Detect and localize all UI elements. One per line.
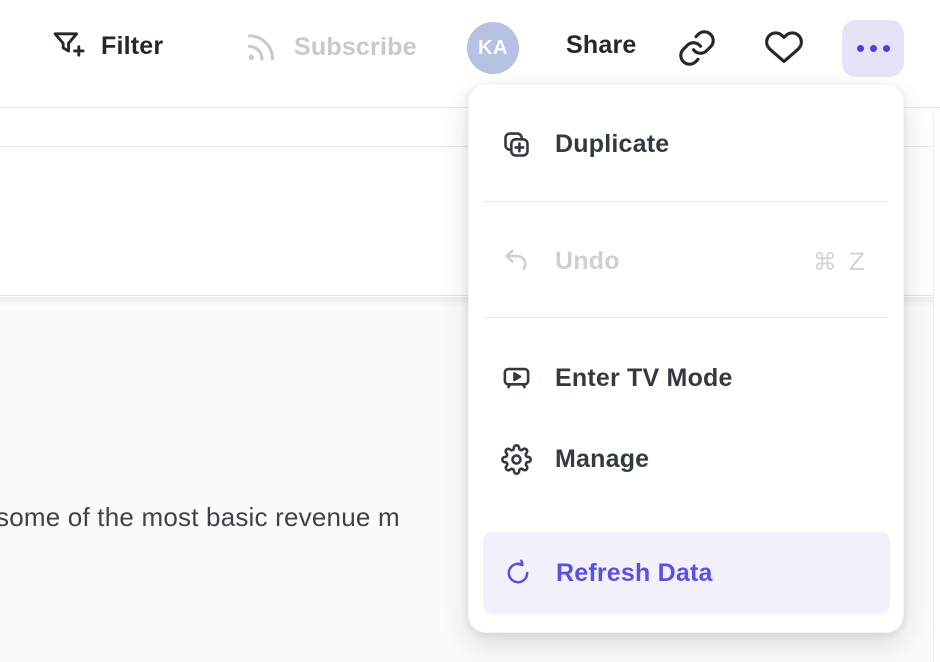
link-icon: [676, 27, 718, 69]
gear-icon: [501, 444, 532, 475]
more-options-menu: Duplicate Undo ⌘ Z Enter TV Mode: [468, 84, 904, 633]
menu-item-refresh-data[interactable]: Refresh Data: [483, 532, 890, 614]
tv-icon: [501, 363, 532, 394]
enter-tv-mode-label: Enter TV Mode: [555, 364, 733, 393]
menu-item-duplicate[interactable]: Duplicate: [469, 111, 903, 179]
menu-gap: [469, 494, 903, 533]
filter-label: Filter: [101, 32, 163, 61]
rss-icon: [241, 27, 281, 67]
share-label: Share: [566, 31, 636, 60]
right-page-gutter: [933, 108, 940, 662]
subscribe-button[interactable]: Subscribe: [241, 27, 417, 67]
avatar-initials: KA: [478, 37, 508, 60]
ellipsis-icon: [857, 45, 864, 52]
menu-item-manage[interactable]: Manage: [469, 426, 903, 494]
avatar[interactable]: KA: [467, 22, 519, 74]
undo-shortcut: ⌘ Z: [813, 248, 867, 276]
favorite-button[interactable]: [763, 27, 805, 69]
undo-icon: [501, 246, 532, 277]
more-options-button[interactable]: [842, 20, 904, 77]
undo-label: Undo: [555, 247, 620, 276]
funnel-plus-icon: [50, 27, 88, 65]
menu-item-enter-tv-mode[interactable]: Enter TV Mode: [469, 344, 903, 412]
subscribe-label: Subscribe: [294, 33, 417, 62]
menu-divider: [484, 317, 888, 318]
heart-icon: [763, 27, 805, 69]
menu-item-undo[interactable]: Undo ⌘ Z: [469, 228, 903, 296]
page-body-text: some of the most basic revenue m: [0, 502, 400, 533]
duplicate-icon: [501, 129, 532, 160]
duplicate-label: Duplicate: [555, 130, 669, 159]
refresh-icon: [503, 558, 533, 588]
menu-gap: [469, 412, 903, 426]
manage-label: Manage: [555, 445, 649, 474]
share-button[interactable]: Share: [566, 31, 636, 60]
filter-button[interactable]: Filter: [50, 27, 163, 65]
menu-divider: [484, 201, 888, 202]
copy-link-button[interactable]: [676, 27, 718, 69]
refresh-data-label: Refresh Data: [556, 559, 713, 588]
